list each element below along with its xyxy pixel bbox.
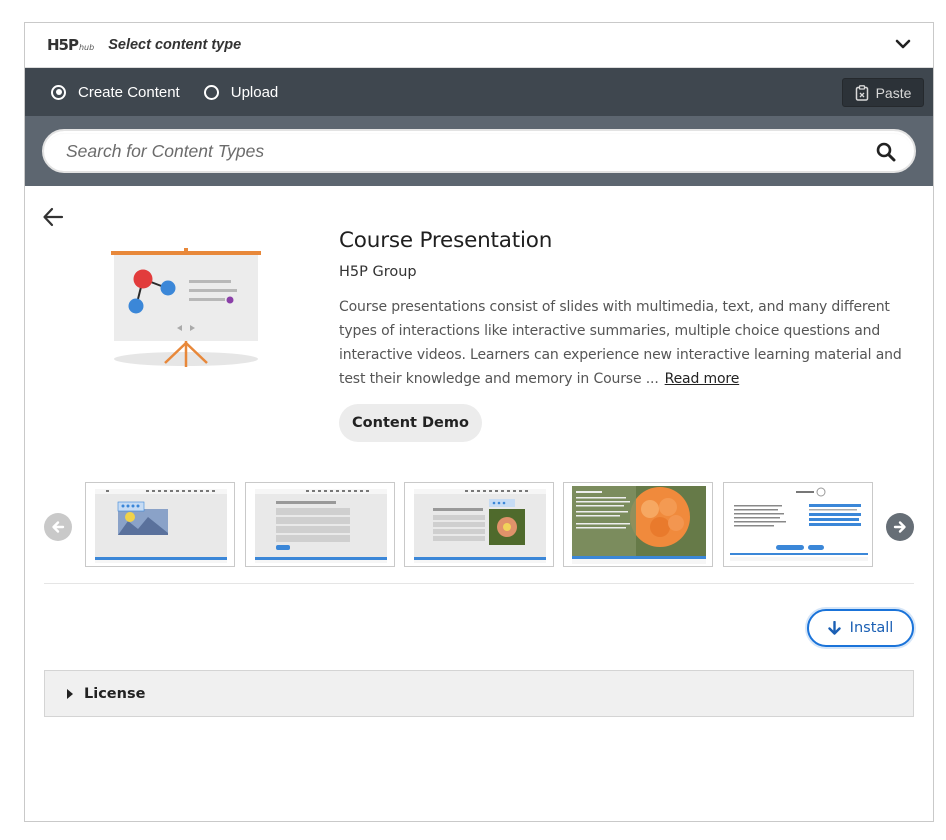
logo-text: H5P — [47, 36, 79, 54]
carousel-next-button[interactable] — [886, 513, 914, 541]
content-type-description: Course presentations consist of slides w… — [339, 295, 919, 391]
chevron-down-icon[interactable] — [895, 36, 911, 52]
radio-checked-icon[interactable] — [51, 84, 66, 100]
content-type-title: Course Presentation — [339, 228, 553, 253]
h5p-logo: H5P hub — [47, 36, 94, 54]
clipboard-icon — [855, 84, 868, 101]
read-more-link[interactable]: Read more — [665, 371, 740, 387]
install-button[interactable]: Install — [807, 609, 914, 647]
tab-label: Create Content — [78, 83, 180, 101]
hub-header[interactable]: H5P hub Select content type — [25, 23, 933, 68]
content-type-owner: H5P Group — [339, 264, 417, 280]
search-area — [25, 116, 933, 186]
caret-right-icon — [67, 688, 73, 699]
carousel-prev-button[interactable] — [44, 513, 72, 541]
course-presentation-illustration — [111, 248, 261, 367]
tab-label: Upload — [230, 83, 279, 101]
search-box — [42, 129, 916, 173]
search-icon[interactable] — [876, 142, 896, 162]
tab-upload[interactable]: Upload — [203, 83, 279, 101]
description-text: Course presentations consist of slides w… — [339, 299, 902, 387]
screenshot-thumbnail[interactable] — [404, 482, 554, 567]
arrow-left-icon — [52, 521, 65, 533]
logo-sub: hub — [78, 43, 95, 52]
tab-create-content[interactable]: Create Content — [51, 84, 180, 101]
back-arrow-icon[interactable] — [42, 206, 64, 228]
search-input[interactable] — [44, 131, 914, 171]
install-label: Install — [849, 620, 894, 636]
slide-quiz-options-preview — [246, 483, 394, 566]
header-title: Select content type — [108, 37, 242, 53]
screenshot-thumbnail[interactable] — [85, 482, 235, 567]
slide-flower-question-preview — [405, 483, 553, 566]
paste-button[interactable]: Paste — [842, 78, 924, 107]
arrow-right-icon — [893, 521, 906, 533]
slide-summary-score-preview — [724, 483, 872, 566]
radio-unchecked-icon[interactable] — [203, 84, 219, 100]
tab-bar: Create Content Upload Paste — [25, 68, 933, 116]
screenshot-thumbnail[interactable] — [245, 482, 395, 567]
screenshot-thumbnail[interactable] — [563, 482, 713, 567]
license-accordion[interactable]: License — [44, 670, 914, 717]
slide-image-editing-preview — [86, 483, 234, 566]
screenshot-thumbnail[interactable] — [723, 482, 873, 567]
paste-label: Paste — [875, 84, 912, 101]
content-hub: H5P hub Select content type Create Conte… — [24, 22, 934, 822]
content-demo-button[interactable]: Content Demo — [339, 404, 482, 442]
slide-cloudberries-preview — [564, 483, 712, 566]
download-arrow-icon — [827, 621, 841, 635]
divider — [44, 583, 914, 584]
license-label: License — [84, 685, 146, 702]
